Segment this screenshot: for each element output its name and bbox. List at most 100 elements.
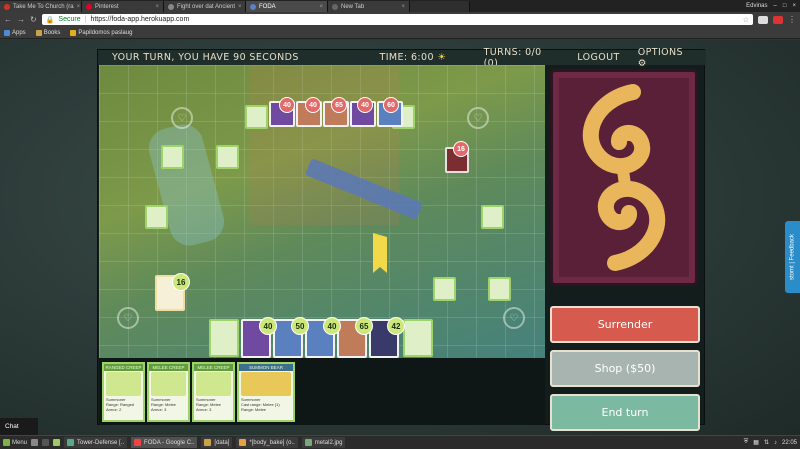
own-tower-hp-badge: 16 xyxy=(172,273,190,291)
enemy-tree-card[interactable] xyxy=(245,105,268,129)
browser-tab-strip: Take Me To Church (ra × Pinterest × Fight … xyxy=(0,0,800,12)
flag-icon[interactable]: ▦ xyxy=(753,439,759,446)
options-link[interactable]: OPTIONS ⚙ xyxy=(638,47,692,69)
folder-icon xyxy=(204,439,212,446)
card-art xyxy=(106,372,141,396)
shop-button[interactable]: Shop ($50) xyxy=(550,350,700,387)
taskbar-task[interactable]: *[body_bake] (o.. xyxy=(236,437,298,448)
app-icon xyxy=(67,439,75,446)
ally-hp-badge: 40 xyxy=(259,317,277,335)
enemy-hp-badge: 40 xyxy=(357,97,373,113)
url-input[interactable]: 🔒 Secure | https://foda-app.herokuapp.co… xyxy=(41,14,753,25)
close-icon[interactable]: × xyxy=(238,4,242,10)
enemy-creep-card[interactable] xyxy=(481,205,504,229)
game-hud: YOUR TURN, YOU HAVE 90 SECONDS TIME: 6:0… xyxy=(98,47,706,69)
page-icon xyxy=(332,3,338,10)
hand-card[interactable]: MELEE CREEP Summoner Range: Melee Armor: 3 xyxy=(147,362,190,422)
enemy-creep-card[interactable] xyxy=(161,145,184,169)
ally-hp-badge: 40 xyxy=(323,317,341,335)
heart-slot-icon[interactable]: ♡ xyxy=(117,307,139,329)
taskbar-task[interactable]: Tower-Defense [.. xyxy=(64,437,128,448)
enemy-tower-hp-badge: 16 xyxy=(453,141,469,157)
address-bar: ← → ↻ 🔒 Secure | https://foda-app.heroku… xyxy=(0,12,800,27)
gear-icon: ⚙ xyxy=(637,57,647,69)
chrome-menu-icon[interactable]: ⋮ xyxy=(788,15,796,24)
star-icon[interactable]: ☆ xyxy=(743,16,749,24)
card-art xyxy=(151,372,186,396)
adblock-extension-icon[interactable] xyxy=(773,15,783,24)
chat-button[interactable]: Chat xyxy=(0,418,38,435)
new-tab-button[interactable] xyxy=(410,1,470,12)
browser-tab[interactable]: Fight over dat Ancient × xyxy=(164,1,246,12)
heart-slot-icon[interactable]: ♡ xyxy=(467,107,489,129)
enemy-hp-badge: 40 xyxy=(305,97,321,113)
game-window: YOUR TURN, YOU HAVE 90 SECONDS TIME: 6:0… xyxy=(97,47,706,431)
browser-tab[interactable]: Pinterest × xyxy=(82,1,164,12)
window-close-icon[interactable]: × xyxy=(792,3,796,9)
clock[interactable]: 22:05 xyxy=(782,440,797,446)
folder-icon xyxy=(35,29,42,36)
browser-tab-active[interactable]: FODA × xyxy=(246,1,328,12)
bookmarks-bar: Apps Books Papildomos paslaug xyxy=(0,27,800,39)
maximize-icon[interactable]: □ xyxy=(783,3,787,9)
heart-slot-icon[interactable]: ♡ xyxy=(503,307,525,329)
apps-icon xyxy=(4,29,10,36)
taskbar-task[interactable]: [data] xyxy=(201,437,233,448)
bookmark-books[interactable]: Books xyxy=(35,29,60,36)
forward-icon[interactable]: → xyxy=(17,15,25,24)
own-tree-card[interactable] xyxy=(209,319,239,357)
pinterest-icon xyxy=(86,3,92,10)
deck-card-back[interactable] xyxy=(550,69,698,286)
back-icon[interactable]: ← xyxy=(4,15,12,24)
enemy-creep-card[interactable] xyxy=(216,145,239,169)
end-turn-button[interactable]: End turn xyxy=(550,394,700,431)
own-creep-card[interactable] xyxy=(488,277,511,301)
own-tree-card[interactable] xyxy=(433,277,456,301)
ally-hp-badge: 42 xyxy=(387,317,405,335)
close-icon[interactable]: × xyxy=(319,4,323,10)
enemy-hp-badge: 65 xyxy=(331,97,347,113)
timer: TIME: 6:00 ☀ xyxy=(379,52,447,63)
network-icon[interactable]: ⇅ xyxy=(764,439,769,446)
lock-icon: 🔒 xyxy=(45,16,55,24)
extension-icon[interactable] xyxy=(758,15,768,24)
bookmark-apps[interactable]: Apps xyxy=(4,29,26,36)
own-tree-card[interactable] xyxy=(403,319,433,357)
feedback-tab[interactable]: stomt | Feedback xyxy=(785,221,800,293)
close-icon[interactable]: × xyxy=(77,4,81,10)
hand-card[interactable]: MELEE CREEP Summoner Range: Melee Armor: 3 xyxy=(192,362,235,422)
card-art xyxy=(241,372,291,396)
turn-message: YOUR TURN, YOU HAVE 90 SECONDS xyxy=(112,52,299,63)
swirl-emblem-icon xyxy=(582,84,666,271)
surrender-button[interactable]: Surrender xyxy=(550,306,700,343)
minimize-icon[interactable]: – xyxy=(774,3,777,9)
close-icon[interactable]: × xyxy=(401,4,405,10)
bookmark-papildomos[interactable]: Papildomos paslaug xyxy=(70,29,132,36)
shield-icon[interactable]: ⛨ xyxy=(744,439,749,446)
menu-icon xyxy=(3,439,10,446)
browser-tab[interactable]: Take Me To Church (ra × xyxy=(0,1,82,12)
taskbar-task[interactable]: metal2.jpg xyxy=(301,437,346,448)
flag-icon xyxy=(373,233,387,273)
reload-icon[interactable]: ↻ xyxy=(30,15,37,24)
foda-icon xyxy=(250,3,256,10)
chrome-icon xyxy=(134,439,142,446)
page-content: YOUR TURN, YOU HAVE 90 SECONDS TIME: 6:0… xyxy=(0,40,800,435)
taskbar-task-active[interactable]: FODA - Google C.. xyxy=(131,437,198,448)
card-art xyxy=(196,372,231,396)
terminal-icon[interactable] xyxy=(42,439,50,446)
desktop-icon[interactable] xyxy=(31,439,39,446)
game-board[interactable]: ♡ ♡ ♡ ♡ 40 40 65 40 60 16 16 40 50 40 65… xyxy=(99,65,545,358)
volume-icon[interactable]: ♪ xyxy=(774,440,777,446)
files-icon[interactable] xyxy=(53,439,61,446)
profile-menu[interactable]: Edvinas – □ × xyxy=(746,3,800,9)
enemy-hp-badge: 60 xyxy=(383,97,399,113)
browser-tab[interactable]: New Tab × xyxy=(328,1,410,12)
close-icon[interactable]: × xyxy=(155,4,159,10)
enemy-creep-card[interactable] xyxy=(145,205,168,229)
logout-link[interactable]: LOGOUT xyxy=(577,52,619,63)
heart-slot-icon[interactable]: ♡ xyxy=(171,107,193,129)
start-menu-button[interactable]: Menu xyxy=(3,439,27,446)
hand-card[interactable]: RANGED CREEP Summoner Range: Ranged Armor:… xyxy=(102,362,145,422)
hand-card[interactable]: SUMMON BEAR Summoner Cast range: Melee (1… xyxy=(237,362,295,422)
